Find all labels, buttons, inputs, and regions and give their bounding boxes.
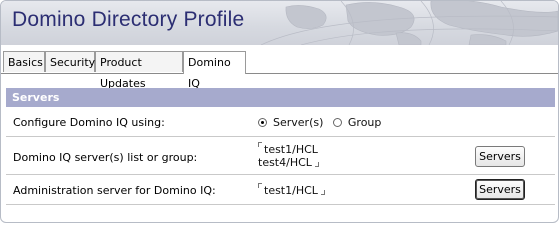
page-title: Domino Directory Profile xyxy=(12,8,245,31)
admin-server-value: test1/HCL xyxy=(264,184,318,197)
field-close-bracket-icon xyxy=(320,190,325,195)
server-list-value-1: test1/HCL xyxy=(264,143,318,156)
server-list-field[interactable]: test1/HCL test4/HCL xyxy=(258,142,319,169)
admin-servers-button[interactable]: Servers xyxy=(475,179,525,200)
field-open-bracket-icon xyxy=(258,183,262,188)
configure-label: Configure Domino IQ using: xyxy=(13,116,165,129)
profile-window: Domino Directory Profile Basics Security… xyxy=(0,0,559,223)
row-server-list: Domino IQ server(s) list or group: test1… xyxy=(6,137,555,175)
servers-list-button[interactable]: Servers xyxy=(475,146,525,167)
tab-basics[interactable]: Basics xyxy=(3,51,45,72)
admin-server-field[interactable]: test1/HCL xyxy=(258,183,325,197)
tab-security[interactable]: Security xyxy=(45,51,95,72)
radio-option-servers[interactable]: Server(s) xyxy=(258,116,327,129)
header-banner: Domino Directory Profile xyxy=(1,1,558,45)
row-admin-server: Administration server for Domino IQ: tes… xyxy=(6,175,555,205)
radio-group-label: Group xyxy=(347,116,382,129)
server-list-label: Domino IQ server(s) list or group: xyxy=(13,151,198,164)
radio-group-configure: Server(s) Group xyxy=(258,116,381,129)
server-list-value-2: test4/HCL xyxy=(258,156,312,169)
radio-selected-icon xyxy=(258,118,267,127)
radio-unselected-icon xyxy=(332,118,342,127)
admin-server-label: Administration server for Domino IQ: xyxy=(13,184,216,197)
section-header-servers: Servers xyxy=(6,88,555,107)
field-close-bracket-icon xyxy=(314,162,319,167)
tab-product-updates[interactable]: Product Updates xyxy=(95,51,183,90)
field-open-bracket-icon xyxy=(258,142,262,147)
radio-servers-label: Server(s) xyxy=(273,116,324,129)
row-configure: Configure Domino IQ using: Server(s) Gro… xyxy=(6,107,555,137)
tab-domino-iq[interactable]: Domino IQ xyxy=(183,51,246,90)
radio-option-group[interactable]: Group xyxy=(332,116,382,129)
tab-bar: Basics Security Product Updates Domino I… xyxy=(1,51,558,90)
